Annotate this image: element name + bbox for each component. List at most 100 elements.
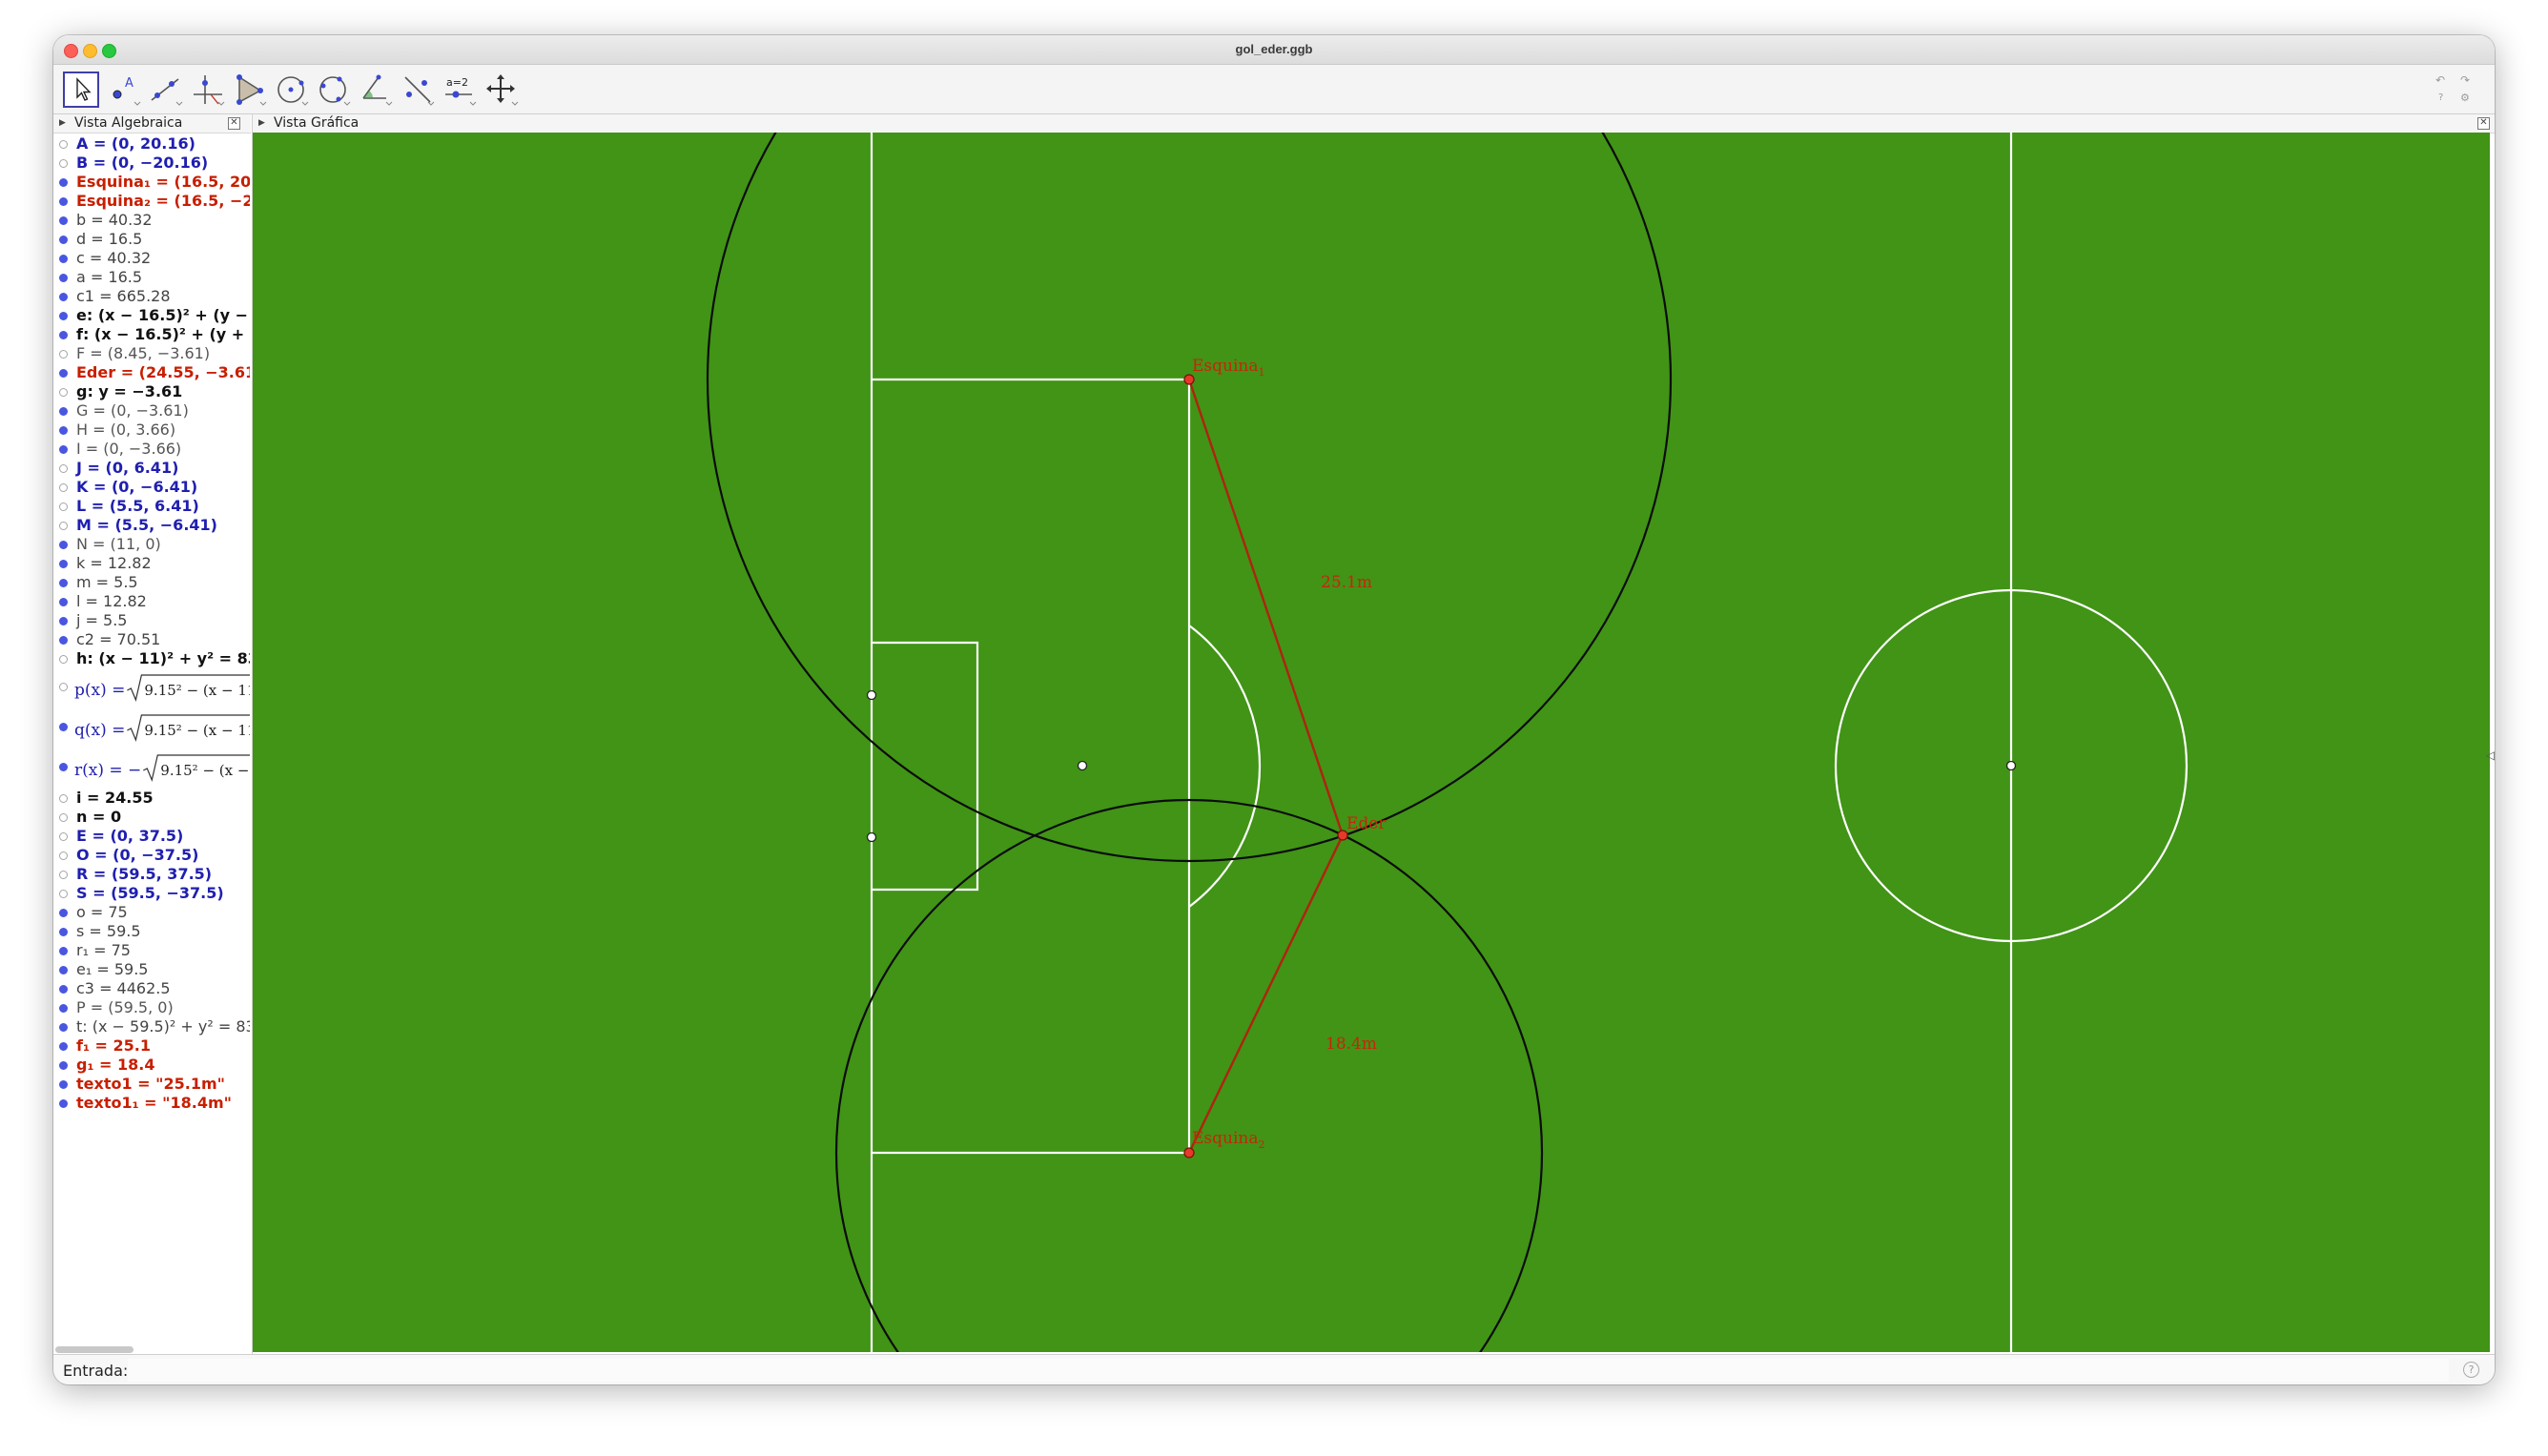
visibility-toggle[interactable] [59, 851, 68, 860]
algebra-row[interactable]: J = (0, 6.41) [53, 459, 250, 478]
algebra-view-header[interactable]: ▶ Vista Algebraica ✕ [53, 114, 251, 133]
algebra-row[interactable]: e: (x − 16.5)² + (y − 20.16)² [53, 306, 250, 325]
visibility-toggle[interactable] [59, 1004, 68, 1013]
visibility-toggle[interactable] [59, 1023, 68, 1032]
algebra-row[interactable]: o = 75 [53, 903, 250, 922]
circle-tool-button[interactable] [274, 72, 310, 108]
visibility-toggle[interactable] [59, 1099, 68, 1108]
visibility-toggle[interactable] [59, 794, 68, 803]
visibility-toggle[interactable] [59, 1080, 68, 1089]
visibility-toggle[interactable] [59, 909, 68, 917]
visibility-toggle[interactable] [59, 522, 68, 530]
algebra-row[interactable]: H = (0, 3.66) [53, 420, 250, 440]
visibility-toggle[interactable] [59, 579, 68, 587]
algebra-row[interactable]: a = 16.5 [53, 268, 250, 287]
algebra-row[interactable]: c3 = 4462.5 [53, 979, 250, 998]
visibility-toggle[interactable] [59, 312, 68, 320]
algebra-row[interactable]: F = (8.45, −3.61) [53, 344, 250, 363]
horizontal-scrollbar[interactable] [55, 1346, 134, 1353]
polygon-tool-button[interactable] [232, 72, 268, 108]
algebra-row[interactable]: N = (11, 0) [53, 535, 250, 554]
undo-icon[interactable]: ↶ [2435, 73, 2445, 87]
visibility-toggle[interactable] [59, 763, 68, 771]
perpendicular-line-tool-button[interactable] [190, 72, 226, 108]
visibility-toggle[interactable] [59, 140, 68, 149]
visibility-toggle[interactable] [59, 560, 68, 568]
visibility-toggle[interactable] [59, 388, 68, 397]
algebra-row[interactable]: c = 40.32 [53, 249, 250, 268]
collapse-triangle-icon[interactable]: ▶ [258, 118, 265, 128]
visibility-toggle[interactable] [59, 928, 68, 936]
point-i[interactable] [866, 831, 877, 843]
visibility-toggle[interactable] [59, 274, 68, 282]
algebra-row[interactable]: g: y = −3.61 [53, 382, 250, 401]
visibility-toggle[interactable] [59, 813, 68, 822]
visibility-toggle[interactable] [59, 617, 68, 625]
algebra-row[interactable]: K = (0, −6.41) [53, 478, 250, 497]
algebra-row[interactable]: f: (x − 16.5)² + (y + 20.16)² [53, 325, 250, 344]
point-tool-button[interactable]: A [106, 72, 142, 108]
visibility-toggle[interactable] [59, 216, 68, 225]
input-help-icon[interactable]: ? [2463, 1362, 2479, 1378]
visibility-toggle[interactable] [59, 483, 68, 492]
algebra-row[interactable]: O = (0, −37.5) [53, 846, 250, 865]
close-icon[interactable]: ✕ [228, 117, 240, 130]
algebra-row[interactable]: c1 = 665.28 [53, 287, 250, 306]
visibility-toggle[interactable] [59, 985, 68, 994]
algebra-function-row[interactable]: p(x) = 9.15² − (x − 11)² [53, 670, 250, 707]
algebra-row[interactable]: i = 24.55 [53, 789, 250, 808]
visibility-toggle[interactable] [59, 636, 68, 645]
redo-icon[interactable]: ↷ [2460, 73, 2470, 87]
move-graphics-tool-button[interactable] [483, 72, 520, 108]
visibility-toggle[interactable] [59, 947, 68, 955]
visibility-toggle[interactable] [59, 890, 68, 898]
algebra-row[interactable]: M = (5.5, −6.41) [53, 516, 250, 535]
algebra-row[interactable]: c2 = 70.51 [53, 630, 250, 649]
visibility-toggle[interactable] [59, 1042, 68, 1051]
algebra-row[interactable]: h: (x − 11)² + y² = 83.72 [53, 649, 250, 668]
algebra-function-row[interactable]: q(x) = 9.15² − (x − 11)² [53, 710, 250, 747]
algebra-row[interactable]: A = (0, 20.16) [53, 134, 250, 154]
input-field[interactable] [128, 1359, 2449, 1382]
algebra-row[interactable]: m = 5.5 [53, 573, 250, 592]
visibility-toggle[interactable] [59, 178, 68, 187]
visibility-toggle[interactable] [59, 1061, 68, 1070]
algebra-row[interactable]: d = 16.5 [53, 230, 250, 249]
visibility-toggle[interactable] [59, 350, 68, 359]
visibility-toggle[interactable] [59, 966, 68, 974]
algebra-row[interactable]: E = (0, 37.5) [53, 827, 250, 846]
algebra-row[interactable]: I = (0, −3.66) [53, 440, 250, 459]
angle-tool-button[interactable] [358, 72, 394, 108]
visibility-toggle[interactable] [59, 159, 68, 168]
visibility-toggle[interactable] [59, 871, 68, 879]
visibility-toggle[interactable] [59, 293, 68, 301]
point-esquina1[interactable] [1183, 374, 1195, 385]
algebra-row[interactable]: Eder = (24.55, −3.61) [53, 363, 250, 382]
visibility-toggle[interactable] [59, 541, 68, 549]
visibility-toggle[interactable] [59, 369, 68, 378]
visibility-toggle[interactable] [59, 723, 68, 731]
visibility-toggle[interactable] [59, 832, 68, 841]
algebra-row[interactable]: R = (59.5, 37.5) [53, 865, 250, 884]
slider-tool-button[interactable]: a=2 [442, 72, 478, 108]
move-tool-button[interactable] [63, 72, 99, 108]
algebra-row[interactable]: k = 12.82 [53, 554, 250, 573]
visibility-toggle[interactable] [59, 407, 68, 416]
visibility-toggle[interactable] [59, 655, 68, 664]
visibility-toggle[interactable] [59, 464, 68, 473]
penalty-spot-point[interactable] [1077, 760, 1088, 771]
algebra-row[interactable]: B = (0, −20.16) [53, 154, 250, 173]
reflect-tool-button[interactable] [400, 72, 436, 108]
algebra-row[interactable]: f₁ = 25.1 [53, 1036, 250, 1056]
visibility-toggle[interactable] [59, 255, 68, 263]
visibility-toggle[interactable] [59, 331, 68, 339]
visibility-toggle[interactable] [59, 197, 68, 206]
settings-icon[interactable]: ⚙ [2460, 92, 2470, 104]
collapse-triangle-icon[interactable]: ▶ [59, 118, 66, 128]
algebra-row[interactable]: n = 0 [53, 808, 250, 827]
algebra-row[interactable]: r₁ = 75 [53, 941, 250, 960]
algebra-row[interactable]: Esquina₁ = (16.5, 20.16) [53, 173, 250, 192]
center-point[interactable] [2005, 760, 2017, 771]
algebra-row[interactable]: g₁ = 18.4 [53, 1056, 250, 1075]
algebra-row[interactable]: l = 12.82 [53, 592, 250, 611]
